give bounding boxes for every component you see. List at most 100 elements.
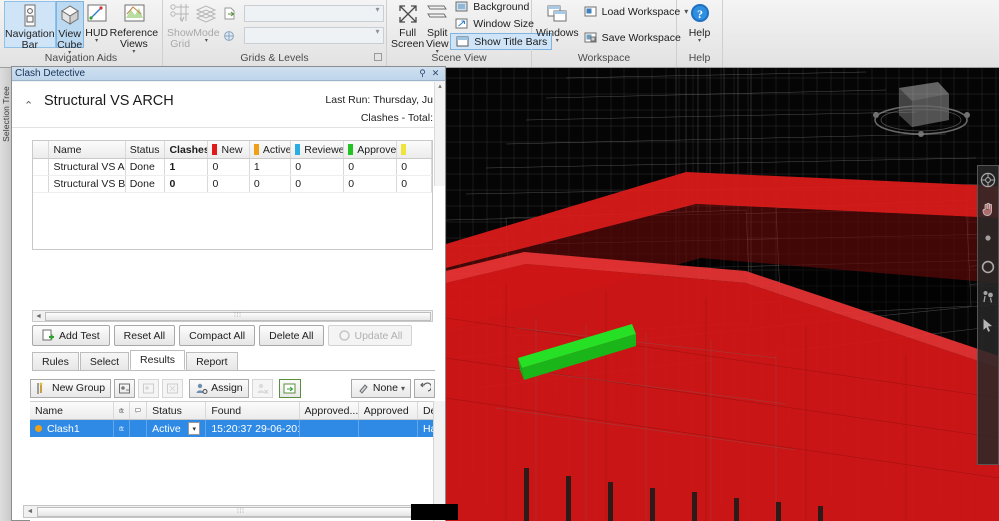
hscroll-thumb[interactable]: ⦙⦙⦙	[45, 311, 431, 321]
th-clashes[interactable]: Clashes	[165, 141, 209, 158]
clash-status-cell[interactable]: Active ▾	[147, 420, 207, 437]
table-row[interactable]: Structural VS ARCH Done 1 0 1 0 0 0	[33, 159, 432, 176]
hud-button[interactable]: HUD ▾	[84, 1, 110, 48]
summary-vertical-scrollbar[interactable]: ▴	[434, 82, 445, 186]
rh-name[interactable]: Name	[30, 402, 114, 419]
zoom-dot-icon[interactable]	[980, 230, 996, 246]
camera-icon	[118, 426, 125, 431]
th-approved[interactable]: Approved	[344, 141, 398, 158]
reset-view-button[interactable]	[414, 378, 435, 398]
windows-button[interactable]: Windows ▾	[536, 1, 579, 48]
view-cube-button[interactable]: View Cube ▾	[55, 1, 84, 56]
status-bar-filler	[411, 504, 458, 520]
close-icon[interactable]: ✕	[429, 68, 442, 79]
help-button[interactable]: ? Help ▾	[681, 1, 718, 48]
th-name[interactable]: Name	[49, 141, 126, 158]
rh-approved-by[interactable]: Approved...	[300, 402, 359, 419]
highlight-caret[interactable]: ▾	[401, 384, 405, 392]
background-label: Background	[473, 0, 530, 13]
status-dropdown-icon[interactable]: ▾	[188, 422, 201, 435]
th-status[interactable]: Status	[126, 141, 166, 158]
pan-hand-icon[interactable]	[980, 201, 996, 217]
grid-display-icon[interactable]	[220, 26, 240, 46]
show-title-bars-icon	[455, 34, 470, 49]
bottom-scroll-thumb[interactable]: ⦙⦙⦙	[37, 506, 445, 517]
grid-level-combo-1[interactable]	[243, 5, 384, 22]
tab-rules[interactable]: Rules	[32, 352, 79, 370]
test-summary-header: ⌃ Structural VS ARCH Last Run: Thursday,…	[12, 82, 445, 186]
steering-wheel-icon[interactable]	[980, 172, 996, 188]
tab-report[interactable]: Report	[186, 352, 238, 370]
grid-display-combo-2[interactable]	[243, 27, 384, 44]
scroll-up-arrow[interactable]: ▴	[435, 82, 445, 93]
show-grid-button[interactable]: Show Grid	[167, 1, 193, 50]
tab-select[interactable]: Select	[79, 352, 130, 370]
results-vertical-scrollbar[interactable]	[433, 401, 445, 521]
grid-mode-caret[interactable]: ▾	[205, 38, 208, 44]
clash-detective-panel: Clash Detective ⚲ ✕ ⌃ Structural VS ARCH…	[11, 66, 458, 521]
rh-comment[interactable]	[130, 402, 148, 419]
filter-results-button[interactable]	[278, 378, 301, 398]
add-to-group-button[interactable]	[114, 378, 136, 398]
full-screen-button[interactable]: Full Screen	[391, 1, 424, 50]
walk-icon[interactable]	[980, 288, 996, 304]
grid-level-export-icon[interactable]	[220, 4, 240, 24]
add-test-button[interactable]: Add Test	[32, 325, 110, 346]
split-view-button[interactable]: Split View ▾	[424, 1, 450, 55]
reset-all-label: Reset All	[123, 329, 166, 342]
compact-all-button[interactable]: Compact All	[179, 325, 256, 346]
camera-icon	[118, 408, 125, 413]
chevron-up-icon[interactable]: ⌃	[24, 99, 33, 112]
th-resolved[interactable]	[397, 141, 432, 158]
scroll-left-arrow[interactable]: ◄	[33, 313, 44, 320]
save-workspace-button[interactable]: Save Workspace	[579, 28, 693, 48]
group-label-scene-view: Scene View	[387, 49, 532, 67]
view-cube-label: View Cube	[57, 28, 83, 51]
row-select-cell[interactable]	[33, 159, 50, 175]
hud-caret[interactable]: ▾	[95, 38, 98, 44]
auto-hide-pin-icon[interactable]: ⚲	[416, 68, 429, 79]
remove-from-group-icon	[142, 382, 155, 395]
th-reviewed[interactable]: Reviewed	[291, 141, 345, 158]
scene-view-3d[interactable]	[446, 68, 999, 521]
update-all-icon	[338, 329, 351, 342]
highlight-dropdown[interactable]: None ▾	[350, 378, 411, 398]
select-cursor-icon[interactable]	[980, 317, 996, 333]
clash-camera-cell[interactable]	[114, 420, 131, 437]
rh-approved[interactable]: Approved	[359, 402, 418, 419]
delete-all-button[interactable]: Delete All	[259, 325, 324, 346]
delete-all-label: Delete All	[269, 329, 314, 342]
reference-views-button[interactable]: Reference Views ▾	[110, 1, 158, 55]
rh-status[interactable]: Status	[147, 402, 207, 419]
list-item[interactable]: Clash1 Active ▾ 15:20:37 29-06-2017 Ha	[30, 420, 445, 437]
row-select-cell[interactable]	[33, 176, 50, 192]
load-workspace-button[interactable]: Load Workspace ▾	[579, 2, 693, 22]
navigation-bar-button[interactable]: Navigation Bar	[4, 1, 56, 51]
help-caret[interactable]: ▾	[698, 38, 701, 44]
reset-all-button[interactable]: Reset All	[113, 325, 176, 346]
rh-camera[interactable]	[114, 402, 131, 419]
row-status: Done	[126, 176, 166, 192]
assign-button[interactable]: Assign	[189, 378, 249, 398]
tests-table-hscrollbar[interactable]: ◄ ⦙⦙⦙	[32, 310, 433, 322]
clash-name: Clash1	[47, 422, 80, 435]
tab-results[interactable]: Results	[130, 350, 186, 370]
background-icon	[454, 0, 469, 14]
rh-found[interactable]: Found	[206, 402, 300, 419]
tests-table-body: Structural VS ARCH Done 1 0 1 0 0 0 Stru…	[33, 159, 432, 193]
navigation-bar-icon	[17, 3, 43, 28]
table-row[interactable]: Structural VS Beam Done 0 0 0 0 0 0	[33, 176, 432, 193]
new-group-icon	[36, 382, 49, 395]
windows-caret[interactable]: ▾	[556, 38, 559, 44]
new-group-button[interactable]: New Group	[30, 378, 112, 398]
dialog-launcher-icon[interactable]	[374, 53, 382, 61]
orbit-icon[interactable]	[980, 259, 996, 275]
clash-comment-cell[interactable]	[130, 420, 148, 437]
row-clashes: 1	[165, 159, 209, 175]
navigation-bar[interactable]	[977, 165, 999, 465]
results-horizontal-scrollbar[interactable]: ◄ ⦙⦙⦙	[23, 505, 447, 518]
th-new[interactable]: New	[208, 141, 250, 158]
scroll-left-arrow[interactable]: ◄	[24, 508, 36, 515]
grid-mode-button[interactable]: Mode ▾	[193, 1, 220, 48]
th-active[interactable]: Active	[250, 141, 292, 158]
